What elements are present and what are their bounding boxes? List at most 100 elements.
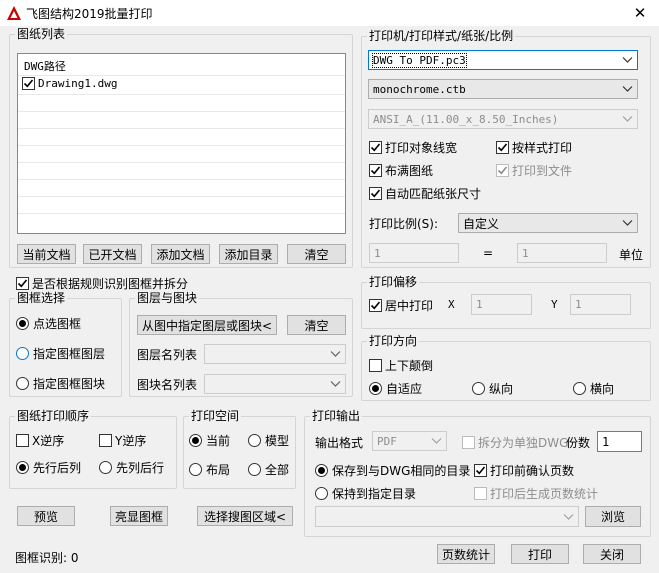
auto-split-label: 是否根据规则识别图框并拆分 — [32, 277, 189, 291]
chevron-down-icon — [330, 351, 341, 357]
select-search-area-button[interactable]: 选择搜图区域< — [197, 506, 293, 526]
print-lineweight-checkbox[interactable]: 打印对象线宽 — [369, 139, 457, 156]
frame-option-layer[interactable]: 指定图框图层 — [16, 345, 105, 362]
drawing-list-item[interactable]: Drawing1.dwg — [22, 77, 117, 90]
current-doc-button[interactable]: 当前文档 — [17, 244, 76, 264]
orientation-auto-radio[interactable]: 自适应 — [369, 380, 422, 397]
output-format-dropdown[interactable]: PDF — [372, 431, 447, 451]
radio-selected-icon[interactable] — [16, 461, 29, 474]
checkbox-empty-icon[interactable] — [369, 359, 382, 372]
highlight-frames-button[interactable]: 亮显图框 — [110, 506, 168, 526]
radio-empty-icon[interactable] — [16, 377, 29, 390]
copies-label: 份数 — [566, 436, 591, 450]
frame-option-block[interactable]: 指定图框图块 — [16, 375, 105, 392]
print-space-group-label: 打印空间 — [189, 409, 242, 423]
paper-size-dropdown[interactable]: ANSI_A_(11.00_x_8.50_Inches) — [368, 109, 638, 129]
space-current-radio[interactable]: 当前 — [189, 432, 230, 449]
scale-numerator-input[interactable]: 1 — [369, 243, 459, 263]
orientation-portrait-radio[interactable]: 纵向 — [472, 380, 513, 397]
print-by-style-checkbox[interactable]: 按样式打印 — [496, 139, 572, 156]
add-doc-button[interactable]: 添加文档 — [151, 244, 210, 264]
confirm-pages-checkbox[interactable]: 打印前确认页数 — [474, 462, 574, 479]
split-dwg-checkbox[interactable]: 拆分为单独DWG — [462, 434, 568, 451]
row-first-radio[interactable]: 先行后列 — [16, 459, 81, 476]
chevron-down-icon — [563, 513, 574, 520]
orientation-landscape-radio[interactable]: 横向 — [573, 380, 614, 397]
radio-selected-icon[interactable] — [189, 434, 202, 447]
page-count-button[interactable]: 页数统计 — [437, 544, 495, 564]
center-print-checkbox[interactable]: 居中打印 — [369, 297, 433, 314]
checkbox-empty-icon[interactable] — [474, 487, 487, 500]
radio-empty-icon[interactable] — [248, 463, 261, 476]
save-same-dir-radio[interactable]: 保存到与DWG相同的目录 — [315, 462, 470, 479]
checkbox-checked-icon[interactable] — [369, 187, 382, 200]
print-to-file-checkbox[interactable]: 打印到文件 — [496, 162, 572, 179]
pick-layer-block-button[interactable]: 从图中指定图层或图块< — [137, 315, 277, 335]
preview-button[interactable]: 预览 — [17, 506, 75, 526]
checkbox-checked-icon[interactable] — [369, 164, 382, 177]
radio-selected-icon[interactable] — [315, 464, 328, 477]
space-all-radio[interactable]: 全部 — [248, 461, 289, 478]
checkbox-checked-icon[interactable] — [496, 164, 509, 177]
printer-device-value: DWG To PDF.pc3 — [372, 52, 467, 68]
checkbox-empty-icon[interactable] — [16, 434, 29, 447]
layer-list-dropdown[interactable] — [204, 344, 346, 364]
radio-empty-icon[interactable] — [16, 347, 29, 360]
block-list-dropdown[interactable] — [204, 374, 346, 394]
x-reverse-checkbox[interactable]: X逆序 — [16, 432, 64, 449]
radio-empty-icon[interactable] — [573, 382, 586, 395]
radio-selected-icon[interactable] — [16, 317, 29, 330]
radio-empty-icon[interactable] — [248, 434, 261, 447]
plot-style-dropdown[interactable]: monochrome.ctb — [368, 79, 638, 99]
block-list-label: 图块名列表 — [137, 378, 198, 392]
printer-device-dropdown[interactable]: DWG To PDF.pc3 — [368, 50, 638, 70]
offset-x-input[interactable]: 1 — [471, 294, 532, 315]
fit-paper-checkbox[interactable]: 布满图纸 — [369, 162, 433, 179]
checkbox-empty-icon[interactable] — [462, 436, 475, 449]
checkbox-checked-icon[interactable] — [369, 141, 382, 154]
checkbox-checked-icon[interactable] — [496, 141, 509, 154]
print-order-group — [9, 416, 177, 489]
radio-empty-icon[interactable] — [99, 461, 112, 474]
checkbox-empty-icon[interactable] — [99, 434, 112, 447]
upside-down-checkbox[interactable]: 上下颠倒 — [369, 357, 433, 374]
opened-doc-button[interactable]: 已开文档 — [83, 244, 142, 264]
output-dir-dropdown[interactable] — [315, 506, 579, 527]
orientation-option-label: 自适应 — [386, 382, 423, 396]
y-reverse-checkbox[interactable]: Y逆序 — [99, 432, 146, 449]
clear-layer-block-button[interactable]: 清空 — [287, 315, 346, 335]
auto-paper-size-checkbox[interactable]: 自动匹配纸张尺寸 — [369, 185, 481, 202]
paper-size-value: ANSI_A_(11.00_x_8.50_Inches) — [373, 112, 559, 126]
frame-option-pick[interactable]: 点选图框 — [16, 315, 81, 332]
save-specified-dir-radio[interactable]: 保持到指定目录 — [315, 485, 416, 502]
column-first-radio[interactable]: 先列后行 — [99, 459, 164, 476]
close-button[interactable]: 关闭 — [583, 544, 641, 564]
add-dir-button[interactable]: 添加目录 — [219, 244, 278, 264]
auto-paper-size-label: 自动匹配纸张尺寸 — [385, 187, 482, 201]
radio-empty-icon[interactable] — [315, 487, 328, 500]
scale-denominator-input[interactable]: 1 — [517, 243, 607, 263]
orientation-option-label: 纵向 — [489, 382, 514, 396]
checkbox-checked-icon[interactable] — [16, 277, 29, 290]
page-stats-checkbox[interactable]: 打印后生成页数统计 — [474, 485, 598, 502]
checkbox-checked-icon[interactable] — [474, 464, 487, 477]
browse-button[interactable]: 浏览 — [585, 506, 641, 527]
radio-empty-icon[interactable] — [189, 463, 202, 476]
print-button[interactable]: 打印 — [511, 544, 569, 564]
radio-empty-icon[interactable] — [472, 382, 485, 395]
clear-list-button[interactable]: 清空 — [287, 244, 346, 264]
drawing-listbox[interactable]: DWG路径 Drawing1.dwg — [17, 53, 346, 234]
copies-input[interactable]: 1 — [597, 431, 642, 452]
radio-selected-icon[interactable] — [369, 382, 382, 395]
checkbox-checked-icon[interactable] — [22, 77, 35, 90]
drawing-item-name: Drawing1.dwg — [38, 77, 118, 90]
checkbox-checked-icon[interactable] — [369, 299, 382, 312]
space-model-radio[interactable]: 模型 — [248, 432, 289, 449]
space-layout-radio[interactable]: 布局 — [189, 461, 230, 478]
print-scale-dropdown[interactable]: 自定义 — [458, 213, 638, 233]
print-offset-group-label: 打印偏移 — [367, 275, 420, 289]
auto-split-checkbox[interactable]: 是否根据规则识别图框并拆分 — [16, 275, 188, 292]
window-close-button[interactable]: ✕ — [628, 3, 652, 23]
save-same-dir-label: 保存到与DWG相同的目录 — [332, 464, 471, 478]
offset-y-input[interactable]: 1 — [570, 294, 631, 315]
